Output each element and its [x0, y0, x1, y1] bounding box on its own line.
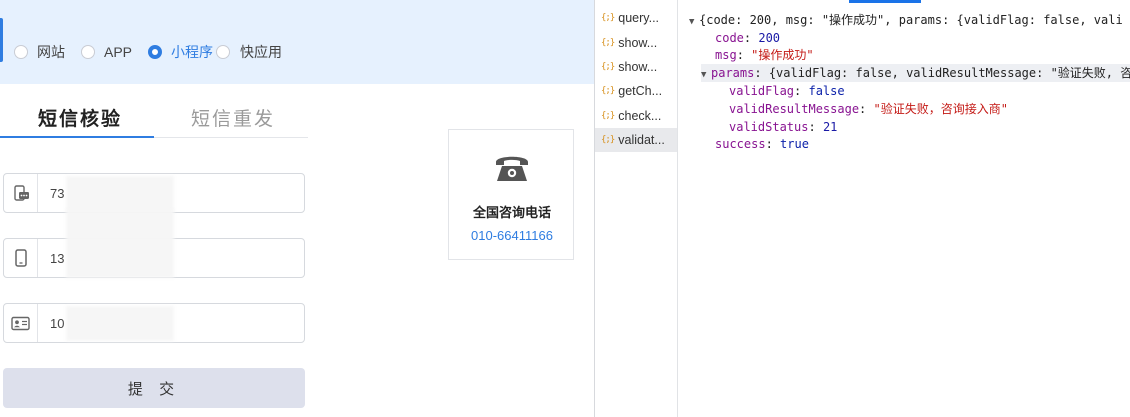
request-item-selected[interactable]: {;} validat...: [595, 127, 677, 153]
redaction-mask: [66, 306, 174, 341]
type-option-quick-app[interactable]: 快应用: [216, 43, 282, 61]
json-file-icon: {;}: [601, 13, 615, 24]
json-file-icon: {;}: [601, 110, 615, 121]
json-file-icon: {;}: [601, 61, 615, 72]
active-tab-indicator: [849, 0, 921, 3]
json-root-line[interactable]: ▼ {code: 200, msg: "操作成功", params: {valid…: [689, 11, 1123, 29]
mobile-icon: [4, 239, 38, 277]
response-preview: ▼ {code: 200, msg: "操作成功", params: {valid…: [679, 0, 1130, 417]
redaction-mask: [66, 210, 174, 278]
type-option-mini-program[interactable]: 小程序: [148, 43, 213, 61]
tab-sms-verify[interactable]: 短信核验: [38, 104, 122, 138]
json-file-icon: {;}: [601, 86, 615, 97]
request-name: validat...: [618, 133, 665, 148]
id-card-icon: [4, 304, 38, 342]
json-line-validstatus: validStatus: 21: [729, 120, 838, 134]
service-type-bar: 网站 APP 小程序 快应用: [0, 0, 594, 84]
tab-divider: [154, 137, 308, 138]
type-option-label: 小程序: [171, 44, 213, 60]
radio-checked-icon: [148, 45, 162, 59]
json-file-icon: {;}: [601, 135, 615, 146]
json-line-msg: msg: "操作成功": [715, 48, 814, 62]
type-option-app[interactable]: APP: [81, 43, 132, 61]
telephone-icon: [496, 156, 528, 181]
request-name: query...: [618, 11, 660, 26]
radio-icon: [14, 45, 28, 59]
type-option-label: 网站: [37, 44, 65, 60]
consult-phone-card: 全国咨询电话 010-66411166: [448, 129, 574, 260]
request-name: show...: [618, 59, 658, 74]
consult-title: 全国咨询电话: [472, 205, 551, 220]
submit-button[interactable]: 提 交: [3, 368, 305, 408]
active-tab-underline: [0, 136, 154, 138]
sms-icon: [4, 174, 38, 212]
radio-icon: [81, 45, 95, 59]
request-item[interactable]: {;} show...: [595, 30, 677, 54]
type-option-website[interactable]: 网站: [14, 43, 65, 61]
request-item[interactable]: {;} show...: [595, 55, 677, 79]
json-line-success: success: true: [715, 137, 809, 151]
expand-triangle-icon[interactable]: ▼: [689, 13, 699, 31]
json-line-params[interactable]: ▼ params: {validFlag: false, validResultM…: [701, 64, 1130, 82]
request-item[interactable]: {;} check...: [595, 104, 677, 128]
devtools-network-panel: {;} query... {;} show... {;} show... {;}…: [594, 0, 1130, 417]
type-option-label: 快应用: [240, 44, 282, 60]
request-name: check...: [618, 108, 662, 123]
request-name: getCh...: [618, 84, 663, 99]
radio-icon: [216, 45, 230, 59]
accent-bar: [0, 18, 3, 62]
sms-verify-app: 网站 APP 小程序 快应用 短信核验 短信重发 73 13 10 提 交 全国…: [0, 0, 594, 417]
request-name: show...: [618, 35, 658, 50]
request-item[interactable]: {;} getCh...: [595, 79, 677, 103]
screen: 网站 APP 小程序 快应用 短信核验 短信重发 73 13 10 提 交 全国…: [0, 0, 1130, 417]
type-option-label: APP: [104, 44, 133, 60]
json-line-validresultmessage: validResultMessage: "验证失败，咨询接入商": [729, 102, 1008, 116]
json-file-icon: {;}: [601, 37, 615, 48]
expand-triangle-icon[interactable]: ▼: [701, 66, 711, 84]
redaction-mask: [66, 176, 174, 212]
consult-phone-number: 010-66411166: [471, 228, 553, 243]
tab-sms-resend[interactable]: 短信重发: [191, 104, 275, 138]
request-item[interactable]: {;} query...: [595, 6, 677, 30]
request-list: {;} query... {;} show... {;} show... {;}…: [595, 0, 678, 417]
json-line-code: code: 200: [715, 31, 781, 45]
json-line-validflag: validFlag: false: [729, 84, 845, 98]
